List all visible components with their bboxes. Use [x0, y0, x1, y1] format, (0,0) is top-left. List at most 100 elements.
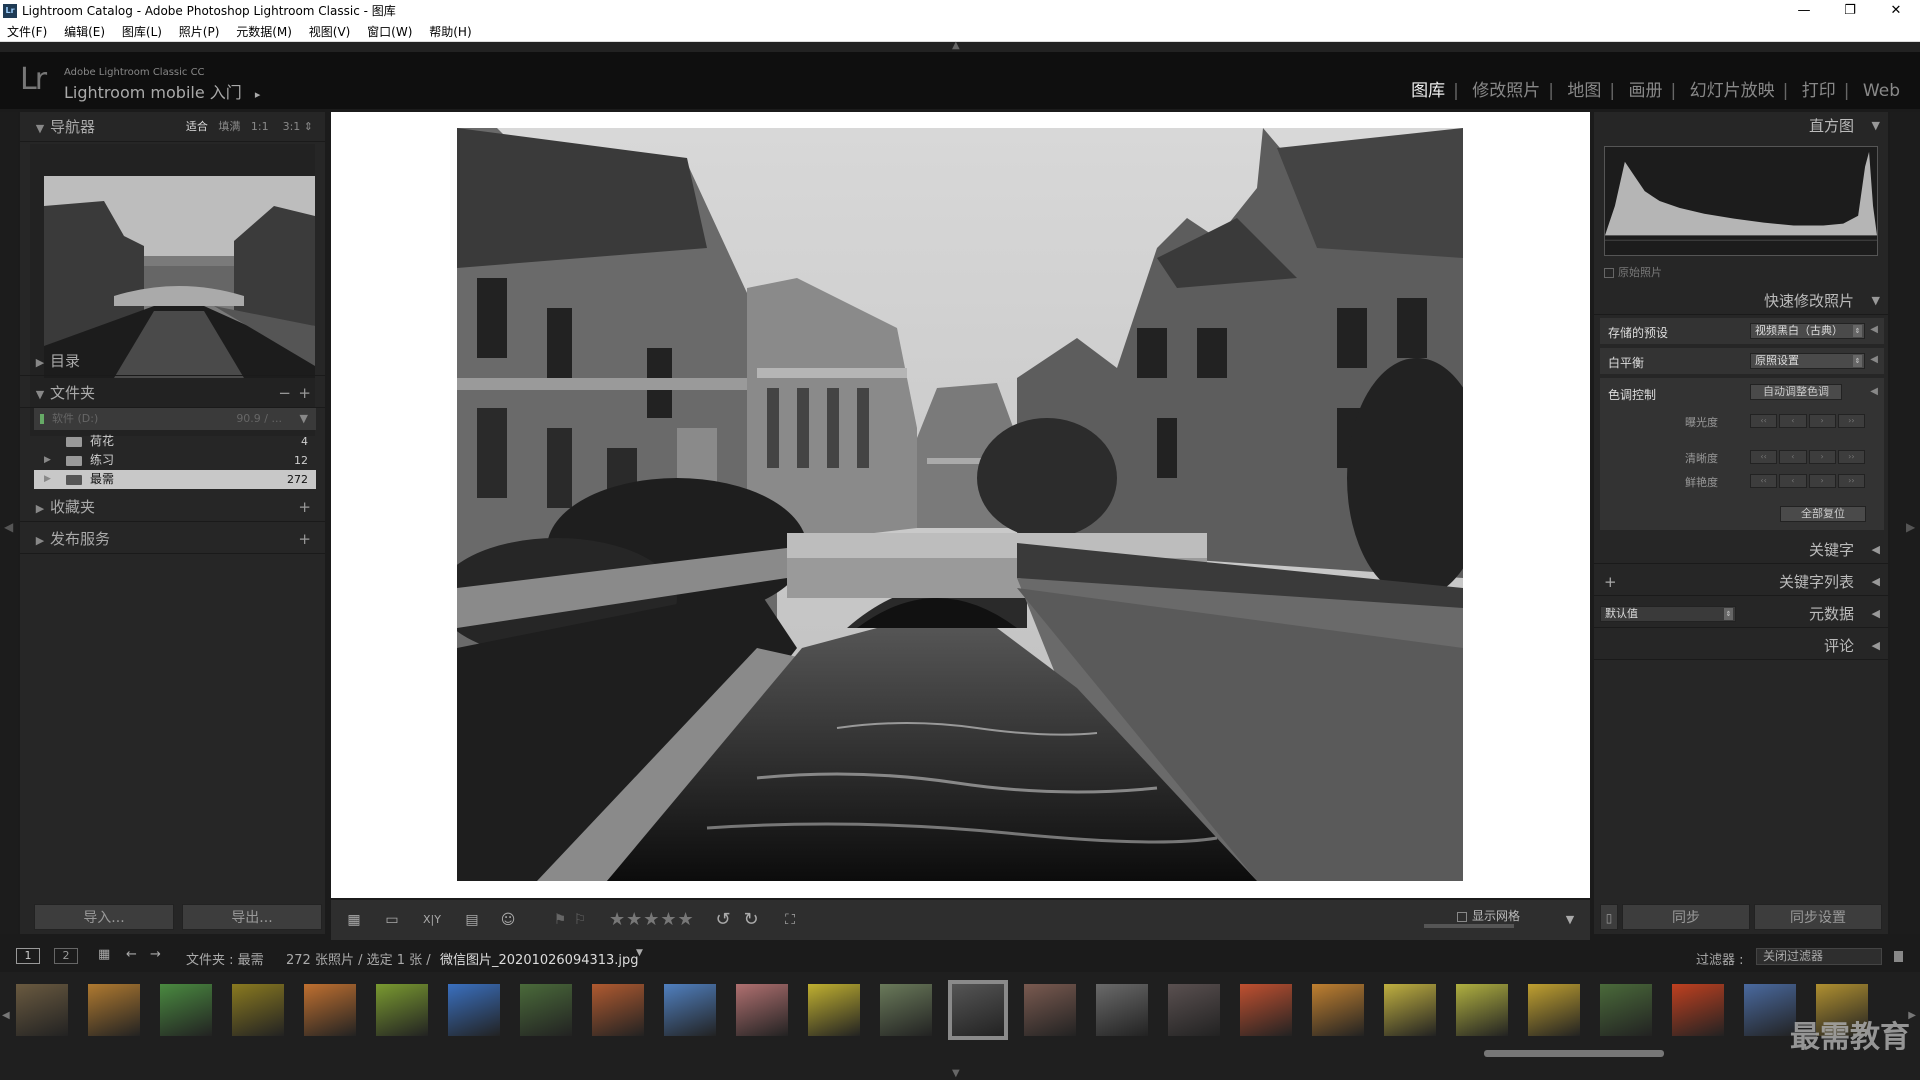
main-photo[interactable] [457, 128, 1463, 881]
main-window-button[interactable]: 1 [16, 948, 40, 964]
forward-arrow-icon[interactable]: → [150, 947, 161, 962]
histogram-header[interactable]: 直方图 ▼ [1594, 112, 1888, 140]
filmstrip-thumbnail[interactable] [12, 980, 72, 1040]
checkbox-icon[interactable] [1456, 911, 1467, 922]
filmstrip-thumbnail[interactable] [1164, 980, 1224, 1040]
import-button[interactable]: 导入... [34, 904, 174, 930]
menu-metadata[interactable]: 元数据(M) [229, 22, 298, 42]
star-rating[interactable]: ★★★★★ [609, 909, 695, 930]
clarity-stepper[interactable]: ‹‹ ‹ › ›› [1750, 450, 1865, 464]
menu-file[interactable]: 文件(F) [0, 22, 53, 42]
minimize-button[interactable]: — [1781, 0, 1827, 22]
compare-view-icon[interactable]: X|Y [417, 910, 447, 930]
folder-expand-icon[interactable]: ▶ [44, 470, 51, 489]
disclosure-icon[interactable]: ◀ [1870, 354, 1878, 365]
filmstrip-thumbnail[interactable] [804, 980, 864, 1040]
folder-row-selected[interactable]: ▶ 最需 272 [34, 470, 316, 489]
filmstrip-thumbnail[interactable] [1020, 980, 1080, 1040]
rotate-left-icon[interactable]: ↺ [711, 910, 735, 930]
show-grid-toggle[interactable]: 显示网格 [1456, 907, 1520, 924]
toolbar-menu-icon[interactable]: ▼ [1560, 910, 1580, 930]
original-photo-toggle[interactable]: 原始照片 [1604, 264, 1662, 280]
filmstrip-thumbnail-selected[interactable] [948, 980, 1008, 1040]
module-book[interactable]: 画册 [1623, 76, 1669, 101]
zoom-spin-icon[interactable]: ⇕ [304, 120, 313, 133]
folders-header[interactable]: ▼ 文件夹 − + [20, 378, 325, 408]
filmstrip-thumbnail[interactable] [876, 980, 936, 1040]
top-panel-toggle[interactable]: ▲ [0, 40, 1920, 52]
scroll-left-icon[interactable]: ◀ [2, 1010, 10, 1021]
filmstrip-thumbnail[interactable] [1380, 980, 1440, 1040]
filmstrip-thumbnail[interactable] [372, 980, 432, 1040]
filmstrip-thumbnail[interactable] [660, 980, 720, 1040]
grid-icon[interactable]: ▦ [98, 947, 110, 962]
menu-window[interactable]: 窗口(W) [360, 22, 418, 42]
export-button[interactable]: 导出... [182, 904, 322, 930]
comments-header[interactable]: 评论 ◀ [1594, 632, 1888, 660]
checkbox-icon[interactable] [1604, 268, 1614, 278]
zoom-3to1[interactable]: 3:1 [283, 120, 301, 133]
filmstrip-thumbnail[interactable] [516, 980, 576, 1040]
add-collection-button[interactable]: + [298, 492, 311, 522]
sync-settings-button[interactable]: 同步设置 [1754, 904, 1882, 930]
survey-view-icon[interactable]: ▤ [457, 910, 487, 930]
filmstrip-thumbnail[interactable] [1308, 980, 1368, 1040]
close-button[interactable]: ✕ [1873, 0, 1919, 22]
keyword-list-header[interactable]: + 关键字列表 ◀ [1594, 568, 1888, 596]
filter-lock-icon[interactable] [1894, 951, 1903, 962]
saved-preset-select[interactable]: 视频黑白（古典） ⇕ [1750, 323, 1865, 339]
add-folder-button[interactable]: + [298, 378, 311, 408]
reject-flag-icon[interactable]: ⚐ [571, 910, 589, 930]
left-panel-toggle[interactable]: ◀ [0, 112, 18, 934]
collapse-down-icon[interactable]: ▼ [952, 1068, 960, 1079]
filmstrip-thumbnail[interactable] [156, 980, 216, 1040]
keywording-header[interactable]: 关键字 ◀ [1594, 536, 1888, 564]
module-print[interactable]: 打印 [1796, 76, 1842, 101]
grid-opacity-slider[interactable] [1424, 924, 1514, 928]
maximize-button[interactable]: ❐ [1827, 0, 1873, 22]
exposure-stepper[interactable]: ‹‹ ‹ › ›› [1750, 414, 1865, 428]
volume-dropdown-icon[interactable]: ▼ [300, 408, 308, 430]
filmstrip-thumbnail[interactable] [1524, 980, 1584, 1040]
metadata-preset-select[interactable]: 默认值 ⇕ [1600, 606, 1736, 622]
reset-all-button[interactable]: 全部复位 [1780, 506, 1866, 522]
collections-header[interactable]: ▶ 收藏夹 + [20, 492, 325, 522]
right-panel-toggle[interactable]: ▶ [1890, 112, 1920, 934]
grid-view-icon[interactable]: ▦ [341, 910, 367, 930]
folder-row[interactable]: 荷花 4 [34, 432, 316, 451]
zoom-fit[interactable]: 适合 [186, 120, 208, 133]
filter-select[interactable]: 关闭过滤器 [1756, 948, 1882, 965]
folder-row[interactable]: ▶ 练习 12 [34, 451, 316, 470]
filmstrip-thumbnail[interactable] [1668, 980, 1728, 1040]
crop-icon[interactable]: ⛶ [777, 910, 803, 930]
current-filename[interactable]: 微信图片_20201026094313.jpg [440, 949, 639, 968]
auto-tone-button[interactable]: 自动调整色调 [1750, 384, 1842, 400]
navigator-header[interactable]: ▼ 导航器 适合 填满 1:1 3:1 ⇕ [20, 112, 325, 142]
zoom-fill[interactable]: 填满 [218, 120, 240, 133]
add-keyword-icon[interactable]: + [1604, 568, 1617, 596]
filmstrip-thumbnail[interactable] [588, 980, 648, 1040]
source-label[interactable]: 文件夹 : 最需 [186, 949, 264, 968]
sync-toggle[interactable]: ▯ [1600, 904, 1618, 930]
menu-library[interactable]: 图库(L) [115, 22, 168, 42]
zoom-1to1[interactable]: 1:1 [251, 120, 269, 133]
remove-folder-button[interactable]: − [278, 378, 291, 408]
people-view-icon[interactable]: ☺ [495, 910, 521, 930]
filmstrip-thumbnail[interactable] [228, 980, 288, 1040]
module-web[interactable]: Web [1857, 81, 1906, 101]
filmstrip-thumbnail[interactable] [1236, 980, 1296, 1040]
module-slideshow[interactable]: 幻灯片放映 [1684, 76, 1781, 101]
loupe-view-icon[interactable]: ▭ [379, 910, 405, 930]
filmstrip-scrollbar[interactable] [1484, 1050, 1664, 1057]
quick-develop-header[interactable]: 快速修改照片 ▼ [1594, 287, 1888, 315]
filmstrip-thumbnail[interactable] [1092, 980, 1152, 1040]
secondary-window-button[interactable]: 2 [54, 948, 78, 964]
menu-photo[interactable]: 照片(P) [172, 22, 226, 42]
flag-icon[interactable]: ⚑ [551, 910, 569, 930]
filmstrip-thumbnail[interactable] [84, 980, 144, 1040]
menu-edit[interactable]: 编辑(E) [57, 22, 111, 42]
filmstrip-thumbnail[interactable] [1452, 980, 1512, 1040]
mobile-getting-started[interactable]: Lightroom mobile 入门 ▸ [64, 79, 260, 103]
back-arrow-icon[interactable]: ← [126, 947, 137, 962]
catalog-header[interactable]: ▶ 目录 [20, 346, 325, 376]
